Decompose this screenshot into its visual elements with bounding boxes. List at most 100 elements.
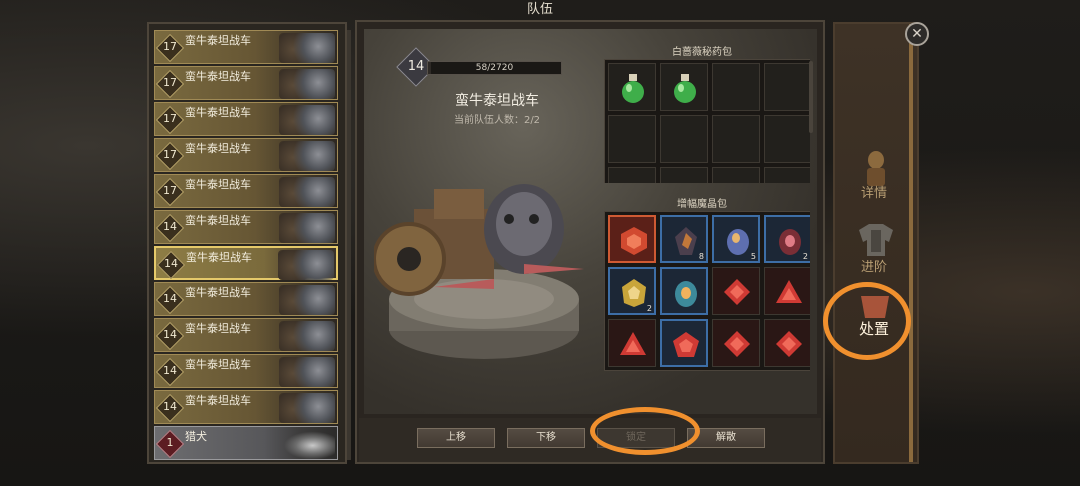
tab-advance[interactable]: 进阶 (835, 220, 913, 280)
unit-level: 14 (163, 328, 177, 341)
green-potion-icon (622, 74, 644, 103)
inventory-slot[interactable] (764, 63, 810, 111)
crystal-bag-grid: 8 5 2 2 (604, 211, 810, 371)
unit-name: 猎犬 (185, 430, 207, 443)
roster-item[interactable]: 1 猎犬 (154, 426, 338, 460)
potion-bag-title: 白蔷薇秘药包 (672, 47, 732, 58)
inventory-slot[interactable] (764, 115, 810, 163)
unit-level: 14 (164, 257, 178, 270)
inventory-slot[interactable] (764, 167, 810, 183)
roster-item[interactable]: 14 蛮牛泰坦战车 (154, 318, 338, 352)
highlight-ring-lock (590, 407, 700, 455)
move-up-button[interactable]: 上移 (417, 428, 495, 448)
unit-level: 17 (163, 148, 177, 161)
roster-item[interactable]: 17 蛮牛泰坦战车 (154, 174, 338, 208)
roster-item[interactable]: 17 蛮牛泰坦战车 (154, 138, 338, 172)
item-count: 8 (698, 252, 704, 261)
unit-thumbnail (279, 393, 335, 423)
inventory-slot[interactable] (712, 115, 760, 163)
unit-thumbnail (279, 213, 335, 243)
item-count: 2 (646, 304, 652, 313)
unit-name: 蛮牛泰坦战车 (455, 93, 539, 109)
unit-level: 17 (163, 76, 177, 89)
crystal-bag-viewport: 8 5 2 2 (604, 211, 810, 377)
unit-level: 14 (163, 364, 177, 377)
roster-item[interactable]: 14 蛮牛泰坦战车 (154, 246, 338, 280)
crystal-bag-title: 增幅魔晶包 (677, 199, 727, 210)
unit-name: 蛮牛泰坦战车 (185, 70, 251, 83)
unit-thumbnail (279, 141, 335, 171)
roster-item[interactable]: 14 蛮牛泰坦战车 (154, 390, 338, 424)
inventory-slot[interactable] (608, 115, 656, 163)
inventory-slot[interactable] (660, 267, 708, 315)
tab-advance-label: 进阶 (860, 260, 887, 275)
inventory-slot[interactable] (608, 319, 656, 367)
unit-name: 蛮牛泰坦战车 (186, 251, 252, 264)
tab-details[interactable]: 详情 (835, 146, 913, 206)
unit-thumbnail (279, 429, 335, 459)
inventory-slot[interactable]: 2 (764, 215, 810, 263)
inventory-slot[interactable]: 2 (608, 267, 656, 315)
unit-name: 蛮牛泰坦战车 (185, 358, 251, 371)
move-down-button[interactable]: 下移 (507, 428, 585, 448)
unit-thumbnail (278, 250, 334, 280)
inventory-slot[interactable] (764, 267, 810, 315)
close-button[interactable]: ✕ (905, 22, 929, 46)
unit-thumbnail (279, 321, 335, 351)
team-count: 当前队伍人数：2/2 (453, 115, 541, 126)
red-diamond-icon (776, 331, 802, 357)
unit-name: 蛮牛泰坦战车 (185, 106, 251, 119)
red-hex-crystal-icon (621, 227, 647, 255)
item-count: 5 (750, 252, 756, 261)
action-bar: 上移 下移 锁定 解散 (359, 418, 821, 462)
red-pentagon-icon (673, 332, 699, 357)
unit-roster-list[interactable]: 17 蛮牛泰坦战车 17 蛮牛泰坦战车 17 蛮牛泰坦战车 17 蛮牛泰坦战车 17 蛮牛泰坦战车… (147, 22, 347, 464)
roster-item[interactable]: 17 蛮牛泰坦战车 (154, 30, 338, 64)
unit-level: 14 (163, 220, 177, 233)
unit-thumbnail (279, 105, 335, 135)
xp-text: 58/2720 (475, 63, 514, 73)
unit-thumbnail (279, 69, 335, 99)
roster-scrollbar[interactable] (347, 30, 351, 460)
inventory-slot[interactable] (660, 319, 708, 367)
unit-name: 蛮牛泰坦战车 (185, 286, 251, 299)
inventory-slot[interactable] (712, 319, 760, 367)
window-title: 队伍 (526, 2, 553, 17)
inventory-slot[interactable] (608, 63, 656, 111)
soldier-icon (867, 151, 885, 186)
inventory-slot[interactable]: 8 (660, 215, 708, 263)
inventory-slot[interactable] (660, 63, 708, 111)
inventory-slot[interactable] (660, 115, 708, 163)
inventory-slot[interactable] (608, 167, 656, 183)
inventory-slot[interactable] (764, 319, 810, 367)
roster-item[interactable]: 17 蛮牛泰坦战车 (154, 102, 338, 136)
unit-name: 蛮牛泰坦战车 (185, 394, 251, 407)
war-chariot-image (374, 184, 584, 359)
unit-name: 蛮牛泰坦战车 (185, 34, 251, 47)
unit-thumbnail (279, 357, 335, 387)
roster-item[interactable]: 14 蛮牛泰坦战车 (154, 210, 338, 244)
potion-bag-scrollbar[interactable] (809, 61, 813, 133)
inventory-slot[interactable] (608, 215, 656, 263)
unit-stage: 14 58/2720 蛮牛泰坦战车 当前队伍人数：2/2 白蔷薇秘药包 增幅魔晶… (364, 29, 817, 414)
unit-name: 蛮牛泰坦战车 (185, 178, 251, 191)
unit-level: 17 (163, 184, 177, 197)
unit-thumbnail (279, 285, 335, 315)
roster-item[interactable]: 14 蛮牛泰坦战车 (154, 354, 338, 388)
red-diamond-icon (724, 331, 750, 357)
inventory-slot[interactable] (712, 63, 760, 111)
side-tabs: 详情 进阶 处置 (833, 22, 919, 464)
potion-bag-grid (604, 59, 810, 183)
tab-details-label: 详情 (860, 186, 887, 201)
inventory-slot[interactable]: 5 (712, 215, 760, 263)
roster-item[interactable]: 14 蛮牛泰坦战车 (154, 282, 338, 316)
inventory-slot[interactable] (712, 267, 760, 315)
inventory-slot[interactable] (712, 167, 760, 183)
red-gem-icon (779, 229, 801, 255)
unit-thumbnail (279, 33, 335, 63)
teal-gem-icon (675, 281, 697, 307)
unit-name: 蛮牛泰坦战车 (185, 322, 251, 335)
unit-thumbnail (279, 177, 335, 207)
roster-item[interactable]: 17 蛮牛泰坦战车 (154, 66, 338, 100)
inventory-slot[interactable] (660, 167, 708, 183)
